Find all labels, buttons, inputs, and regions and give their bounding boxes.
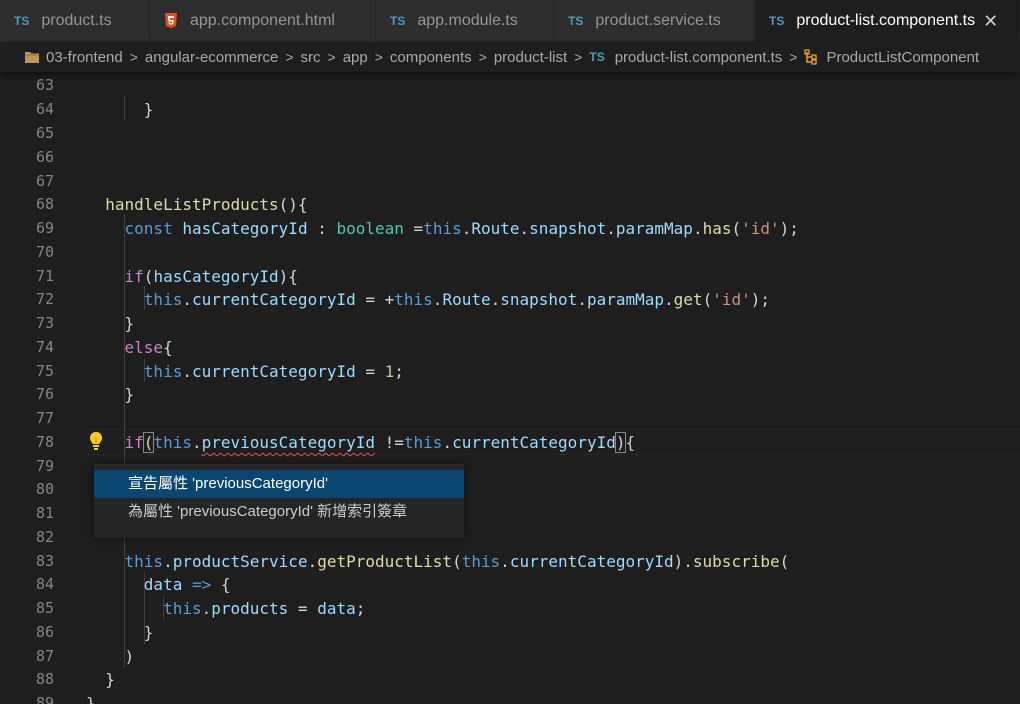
line-number: 79 [35,457,54,475]
line-number: 84 [35,575,54,593]
tab-app-component-html[interactable]: app.component.html [150,0,376,42]
line-number: 89 [35,694,54,704]
line-number: 88 [35,670,54,688]
tab-label: product.ts [41,12,112,29]
ts-icon: TS [390,14,406,28]
ts-icon: TS [14,14,30,28]
code-line: 74 else{ [0,336,1020,360]
code-editor[interactable]: 63 64 } 65 66 67 68 handleListProducts()… [0,72,1020,704]
line-number: 63 [35,76,54,94]
breadcrumb-item-components[interactable]: components [390,49,472,66]
code-line: 68 handleListProducts(){ [0,193,1020,217]
tab-product-ts[interactable]: TS product.ts [0,0,150,42]
line-number: 66 [35,148,54,166]
code-line: 66 [0,146,1020,170]
chevron-right-icon: > [574,49,583,65]
class-symbol-icon [804,49,818,65]
tab-label: product-list.component.ts [796,12,976,29]
chevron-right-icon: > [327,49,336,65]
line-number: 83 [35,552,54,570]
breadcrumb-item-file[interactable]: product-list.component.ts [615,49,783,66]
code-line: 71 if(hasCategoryId){ [0,265,1020,289]
code-line: 75 this.currentCategoryId = 1; [0,360,1020,384]
tab-product-service-ts[interactable]: TS product.service.ts [554,0,755,42]
line-number: 67 [35,172,54,190]
lightbulb-icon[interactable] [88,431,104,451]
breadcrumb-item-03-frontend[interactable]: 03-frontend [46,49,123,66]
line-number: 80 [35,480,54,498]
code-line: 86 } [0,621,1020,645]
line-number: 68 [35,195,54,213]
code-line: 84 data => { [0,573,1020,597]
ts-icon: TS [568,14,584,28]
chevron-right-icon: > [478,49,487,65]
line-number: 76 [35,385,54,403]
code-line: 69 const hasCategoryId : boolean =this.R… [0,217,1020,241]
breadcrumb-item-symbol[interactable]: ProductListComponent [826,49,979,66]
line-number: 64 [35,100,54,118]
quick-fix-menu: 宣告屬性 'previousCategoryId' 為屬性 'previousC… [94,464,464,538]
breadcrumb: 03-frontend > angular-ecommerce > src > … [0,42,1020,72]
code-line: 72 this.currentCategoryId = +this.Route.… [0,288,1020,312]
chevron-right-icon: > [129,49,138,65]
line-number: 87 [35,647,54,665]
line-number: 69 [35,219,54,237]
breadcrumb-item-app[interactable]: app [343,49,368,66]
editor-window: TS product.ts app.component.html TS app.… [0,0,1020,704]
code-line: 77 [0,407,1020,431]
chevron-right-icon: > [789,49,798,65]
chevron-right-icon: > [374,49,383,65]
code-line: 87 ) [0,645,1020,669]
line-number: 74 [35,338,54,356]
ts-icon: TS [589,50,605,64]
breadcrumb-item-angular-ecommerce[interactable]: angular-ecommerce [145,49,278,66]
tab-app-module-ts[interactable]: TS app.module.ts [376,0,554,42]
breadcrumb-item-src[interactable]: src [301,49,321,66]
code-line: 64 } [0,98,1020,122]
code-line: 73 } [0,312,1020,336]
line-number: 73 [35,314,54,332]
code-line: 85 this.products = data; [0,597,1020,621]
breadcrumb-item-product-list[interactable]: product-list [494,49,567,66]
line-number: 71 [35,267,54,285]
code-line: 83 this.productService.getProductList(th… [0,550,1020,574]
line-number: 85 [35,599,54,617]
line-number: 70 [35,243,54,261]
line-number: 82 [35,528,54,546]
line-number: 81 [35,504,54,522]
code-line: 67 [0,170,1020,194]
line-number: 65 [35,124,54,142]
close-icon[interactable]: ✕ [983,12,998,30]
folder-icon [25,52,39,63]
tab-label: app.module.ts [417,12,518,29]
line-number: 86 [35,623,54,641]
line-number: 72 [35,290,54,308]
quick-fix-item-declare-property[interactable]: 宣告屬性 'previousCategoryId' [94,470,464,498]
code-line: 65 [0,122,1020,146]
quick-fix-item-add-index-signature[interactable]: 為屬性 'previousCategoryId' 新增索引簽章 [94,498,464,526]
line-number: 75 [35,362,54,380]
html5-icon [165,13,177,28]
code-line: 89} [0,692,1020,704]
tab-label: product.service.ts [595,12,721,29]
line-number: 78 [35,433,54,451]
code-line: 63 [0,74,1020,98]
code-line: 70 [0,241,1020,265]
code-line: 76 } [0,383,1020,407]
tab-product-list-component-ts[interactable]: TS product-list.component.ts ✕ [755,0,1020,42]
code-line: 88 } [0,668,1020,692]
chevron-right-icon: > [285,49,294,65]
tab-label: app.component.html [190,12,335,29]
code-line: 78 if(this.previousCategoryId !=this.cur… [0,431,1020,455]
line-number: 77 [35,409,54,427]
ts-icon: TS [769,14,785,28]
tab-bar: TS product.ts app.component.html TS app.… [0,0,1020,42]
